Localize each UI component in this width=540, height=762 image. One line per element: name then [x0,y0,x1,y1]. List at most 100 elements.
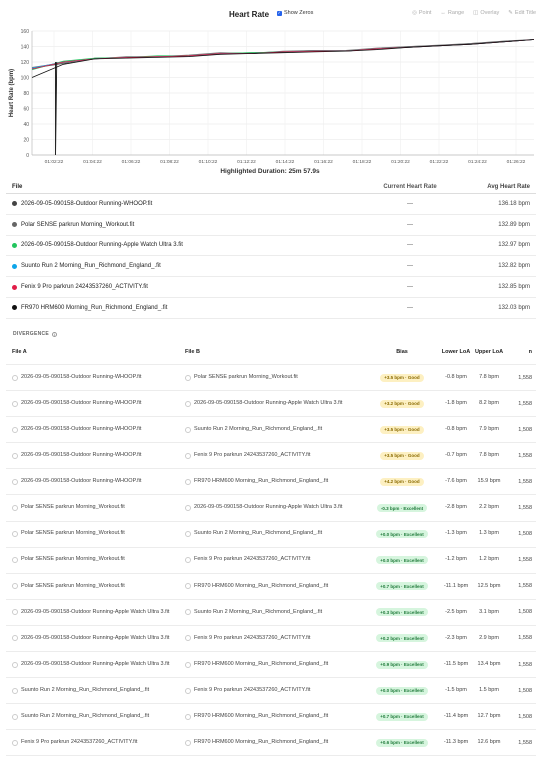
info-icon[interactable]: i [52,331,58,337]
n-value: 1,558 [518,505,532,512]
file-b-name: 2026-09-05-090158-Outdoor Running-Apple … [194,399,343,406]
file-name: Suunto Run 2 Morning_Run_Richmond_Englan… [21,263,161,270]
bias-cell: +0.0 bpm · Excellent [364,556,440,565]
lower-loa-value: -2.8 bpm [445,504,467,511]
file-row[interactable]: 2026-09-05-090158-Outdoor Running-WHOOP.… [6,194,536,215]
current-hr-value: — [407,200,413,207]
series-dropout-spike [55,61,58,156]
file-b-cell: FR970 HRM600 Morning_Run_Richmond_Englan… [185,713,364,721]
file-a-name: 2026-09-05-090158-Outdoor Running-Apple … [21,608,170,615]
n-value: 1,558 [518,583,532,590]
bias-badge: +0.0 bpm · Excellent [376,530,428,539]
bias-badge: +0.3 bpm · Excellent [376,608,428,617]
x-tick-label: 01:10:22 [199,159,218,165]
overlay-label: Overlay [480,10,500,16]
bias-cell: +0.2 bpm · Excellent [364,634,440,643]
file-icon [185,609,191,616]
x-tick-label: 01:20:22 [391,159,410,165]
current-hr-value: — [407,284,413,291]
file-a-name: 2026-09-05-090158-Outdoor Running-Apple … [21,660,170,667]
col-file-a: File A [12,349,27,355]
divergence-row[interactable]: Polar SENSE parkrun Morning_Workout.fit F… [6,574,536,600]
edit-title-label: Edit Title [514,10,536,16]
divergence-row[interactable]: 2026-09-05-090158-Outdoor Running-Apple … [6,652,536,679]
file-row[interactable]: FR970 HRM600 Morning_Run_Richmond_Englan… [6,298,536,319]
bias-cell: +0.7 bpm · Excellent [364,582,440,591]
divergence-row[interactable]: Suunto Run 2 Morning_Run_Richmond_Englan… [6,678,536,705]
file-icon [185,426,191,433]
divergence-row[interactable]: 2026-09-05-090158-Outdoor Running-WHOOP.… [6,443,536,470]
file-a-cell: 2026-09-05-090158-Outdoor Running-WHOOP.… [6,400,185,408]
file-icon [12,635,18,642]
files-table-header: File Current Heart Rate Avg Heart Rate [6,180,536,194]
upper-loa-value: 2.2 bpm [479,504,499,511]
file-icon [185,505,191,512]
file-a-cell: 2026-09-05-090158-Outdoor Running-WHOOP.… [6,374,185,382]
file-name: 2026-09-05-090158-Outdoor Running-Apple … [21,242,183,249]
file-icon [12,661,18,668]
divergence-row[interactable]: Suunto Run 2 Morning_Run_Richmond_Englan… [6,704,536,731]
divergence-row[interactable]: Polar SENSE parkrun Morning_Workout.fit S… [6,522,536,548]
edit-title-button[interactable]: ✎ Edit Title [508,10,536,16]
lower-loa-value: -1.5 bpm [445,686,467,693]
current-hr-value: — [407,221,413,228]
divergence-row[interactable]: 2026-09-05-090158-Outdoor Running-WHOOP.… [6,469,536,496]
divergence-row[interactable]: 2026-09-05-090158-Outdoor Running-Apple … [6,626,536,653]
file-a-name: Polar SENSE parkrun Morning_Workout.fit [21,504,125,511]
file-a-name: 2026-09-05-090158-Outdoor Running-WHOOP.… [21,399,142,406]
file-icon [185,687,191,694]
divergence-row[interactable]: 2026-09-05-090158-Outdoor Running-WHOOP.… [6,365,536,392]
file-a-cell: 2026-09-05-090158-Outdoor Running-WHOOP.… [6,478,185,486]
file-icon [185,739,191,746]
divergence-label: DIVERGENCE [13,331,50,337]
col-upper-loa: Upper LoA [474,349,504,355]
file-row[interactable]: 2026-09-05-090158-Outdoor Running-Apple … [6,236,536,257]
x-tick-label: 01:06:22 [122,159,141,165]
file-row[interactable]: Suunto Run 2 Morning_Run_Richmond_Englan… [6,256,536,278]
divergence-row[interactable]: Polar SENSE parkrun Morning_Workout.fit 2… [6,495,536,522]
file-b-cell: Suunto Run 2 Morning_Run_Richmond_Englan… [185,426,364,434]
point-icon: ◎ [412,10,417,16]
file-b-cell: 2026-09-05-090158-Outdoor Running-Apple … [185,400,364,408]
range-tool-button[interactable]: ↔ Range [440,10,464,16]
bias-badge: +3.5 bpm · Good [380,373,424,382]
show-zeros-toggle[interactable]: Show Zeros [277,10,313,16]
upper-loa-value: 1.3 bpm [479,530,499,537]
file-cell: Polar SENSE parkrun Morning_Workout.fit [6,222,370,228]
bias-badge: +0.9 bpm · Excellent [376,660,428,669]
y-tick-label: 0 [26,153,29,159]
range-label: Range [447,10,465,16]
lower-loa-value: -11.5 bpm [443,660,469,667]
checkbox-checked-icon[interactable] [277,10,282,16]
point-tool-button[interactable]: ◎ Point [412,10,431,16]
avg-hr-value: 132.03 bpm [498,304,530,311]
bias-cell: +0.9 bpm · Excellent [364,660,440,669]
divergence-row[interactable]: Fenix 9 Pro parkrun 24243537260_ACTIVITY… [6,730,536,757]
current-hr-value: — [407,242,413,249]
n-value: 1,558 [518,374,532,381]
avg-hr-value: 132.89 bpm [498,221,530,228]
file-row[interactable]: Polar SENSE parkrun Morning_Workout.fit —… [6,215,536,236]
file-icon [185,583,191,590]
divergence-row[interactable]: 2026-09-05-090158-Outdoor Running-Apple … [6,600,536,626]
bias-cell: +0.6 bpm · Excellent [364,738,440,747]
bias-badge: +0.0 bpm · Excellent [376,556,428,565]
overlay-tool-button[interactable]: ◫ Overlay [473,10,499,16]
divergence-row[interactable]: 2026-09-05-090158-Outdoor Running-WHOOP.… [6,391,536,418]
col-bias: Bias [396,349,408,355]
file-row[interactable]: Fenix 9 Pro parkrun 24243537260_ACTIVITY… [6,277,536,298]
file-cell: 2026-09-05-090158-Outdoor Running-WHOOP.… [6,201,370,207]
upper-loa-value: 13.4 bpm [477,660,501,667]
file-a-cell: Suunto Run 2 Morning_Run_Richmond_Englan… [6,713,185,721]
divergence-row[interactable]: 2026-09-05-090158-Outdoor Running-WHOOP.… [6,417,536,444]
file-a-name: Fenix 9 Pro parkrun 24243537260_ACTIVITY… [21,739,138,746]
bias-cell: +3.5 bpm · Good [364,373,440,382]
file-a-cell: 2026-09-05-090158-Outdoor Running-WHOOP.… [6,426,185,434]
show-zeros-label: Show Zeros [284,10,314,16]
file-a-name: Suunto Run 2 Morning_Run_Richmond_Englan… [21,686,150,693]
heart-rate-chart[interactable]: 0 20 40 60 80 100 120 140 160 01:02:22 01:04:22 01:… [0,25,540,175]
files-table: File Current Heart Rate Avg Heart Rate 2… [6,180,536,319]
divergence-row[interactable]: Polar SENSE parkrun Morning_Workout.fit F… [6,548,536,574]
pencil-icon: ✎ [508,10,513,16]
lower-loa-value: -1.3 bpm [445,530,467,537]
